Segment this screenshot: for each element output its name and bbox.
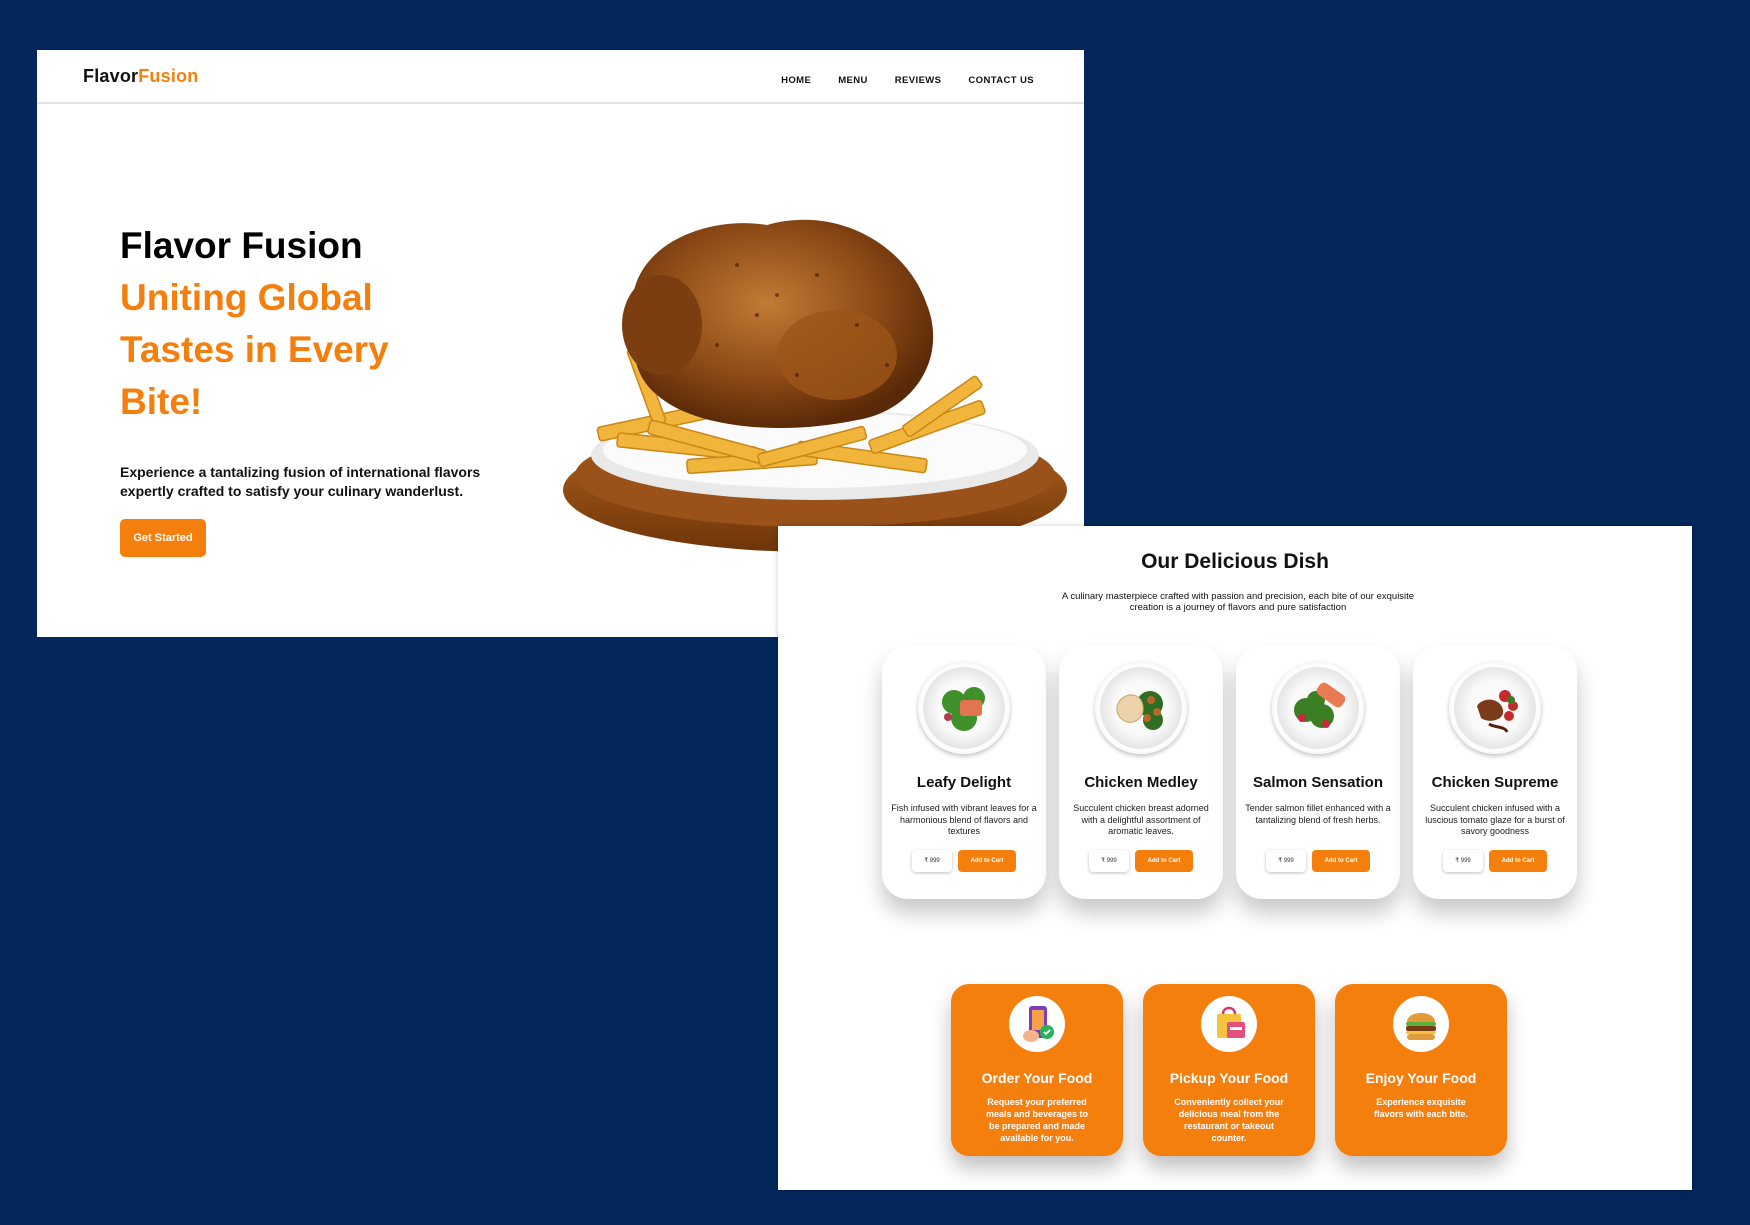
dish-card: Chicken Supreme Succulent chicken infuse… — [1413, 646, 1577, 899]
dish-name: Leafy Delight — [916, 774, 1012, 791]
dish-cards: Leafy Delight Fish infused with vibrant … — [882, 646, 1577, 899]
logo[interactable]: FlavorFusion — [83, 66, 198, 87]
dish-actions: ₹ 999 Add to Cart — [1413, 850, 1577, 872]
price-tag: ₹ 999 — [912, 850, 952, 872]
step-card-enjoy: Enjoy Your Food Experience exquisite fla… — [1335, 984, 1507, 1156]
hero-tagline-line1: Uniting Global — [120, 277, 373, 318]
step-title: Order Your Food — [981, 1070, 1093, 1086]
step-title: Pickup Your Food — [1169, 1070, 1289, 1086]
section-subtitle: A culinary masterpiece crafted with pass… — [1061, 591, 1415, 613]
nav-contact-us[interactable]: CONTACT US — [968, 75, 1034, 86]
dish-actions: ₹ 999 Add to Cart — [882, 850, 1046, 872]
dish-description: Succulent chicken infused with a lusciou… — [1425, 803, 1565, 836]
top-navbar: FlavorFusion HOME MENU REVIEWS CONTACT U… — [37, 50, 1084, 104]
step-description: Conveniently collect your delicious meal… — [1174, 1097, 1284, 1143]
dish-actions: ₹ 999 Add to Cart — [1059, 850, 1223, 872]
hero-title: Flavor Fusion — [120, 225, 363, 266]
dish-name: Salmon Sensation — [1252, 774, 1384, 791]
dish-card: Leafy Delight Fish infused with vibrant … — [882, 646, 1046, 899]
step-description: Request your preferred meals and beverag… — [985, 1097, 1089, 1143]
shopping-bag-icon — [1201, 996, 1257, 1052]
price-tag: ₹ 999 — [1266, 850, 1306, 872]
dish-name: Chicken Supreme — [1431, 774, 1559, 791]
dish-card: Chicken Medley Succulent chicken breast … — [1059, 646, 1223, 899]
how-it-works: Order Your Food Request your preferred m… — [951, 984, 1507, 1156]
price-tag: ₹ 999 — [1089, 850, 1129, 872]
dish-name: Chicken Medley — [1084, 774, 1198, 791]
phone-order-icon — [1009, 996, 1065, 1052]
burger-icon — [1393, 996, 1449, 1052]
add-to-cart-button[interactable]: Add to Cart — [1135, 850, 1193, 872]
menu-screen: Our Delicious Dish A culinary masterpiec… — [778, 526, 1692, 1190]
nav-menu[interactable]: MENU — [838, 75, 868, 86]
step-description: Experience exquisite flavors with each b… — [1373, 1097, 1469, 1119]
add-to-cart-button[interactable]: Add to Cart — [958, 850, 1016, 872]
step-card-order: Order Your Food Request your preferred m… — [951, 984, 1123, 1156]
logo-part-flavor: Flavor — [83, 66, 139, 86]
dish-image-chicken-medley — [1095, 662, 1187, 754]
nav-reviews[interactable]: REVIEWS — [895, 75, 942, 86]
dish-description: Succulent chicken breast adorned with a … — [1073, 803, 1209, 836]
dish-actions: ₹ 999 Add to Cart — [1236, 850, 1400, 872]
dish-image-chicken-supreme — [1449, 662, 1541, 754]
nav-links: HOME MENU REVIEWS CONTACT US — [781, 75, 1034, 86]
add-to-cart-button[interactable]: Add to Cart — [1489, 850, 1547, 872]
dish-image-salmon-sensation — [1272, 662, 1364, 754]
get-started-button[interactable]: Get Started — [120, 519, 206, 557]
dish-image-leafy-delight — [918, 662, 1010, 754]
dish-description: Tender salmon fillet enhanced with a tan… — [1245, 803, 1391, 825]
step-card-pickup: Pickup Your Food Conveniently collect yo… — [1143, 984, 1315, 1156]
hero-description: Experience a tantalizing fusion of inter… — [120, 464, 481, 499]
nav-home[interactable]: HOME — [781, 75, 811, 86]
add-to-cart-button[interactable]: Add to Cart — [1312, 850, 1370, 872]
step-title: Enjoy Your Food — [1365, 1070, 1477, 1086]
logo-part-fusion: Fusion — [138, 66, 199, 86]
section-title: Our Delicious Dish — [1141, 550, 1329, 573]
dish-card: Salmon Sensation Tender salmon fillet en… — [1236, 646, 1400, 899]
hero-tagline-line2: Tastes in Every — [120, 329, 389, 370]
hero-section: Flavor Fusion Uniting Global Tastes in E… — [120, 220, 520, 557]
hero-tagline-line3: Bite! — [120, 381, 203, 422]
dish-description: Fish infused with vibrant leaves for a h… — [891, 803, 1037, 836]
price-tag: ₹ 999 — [1443, 850, 1483, 872]
